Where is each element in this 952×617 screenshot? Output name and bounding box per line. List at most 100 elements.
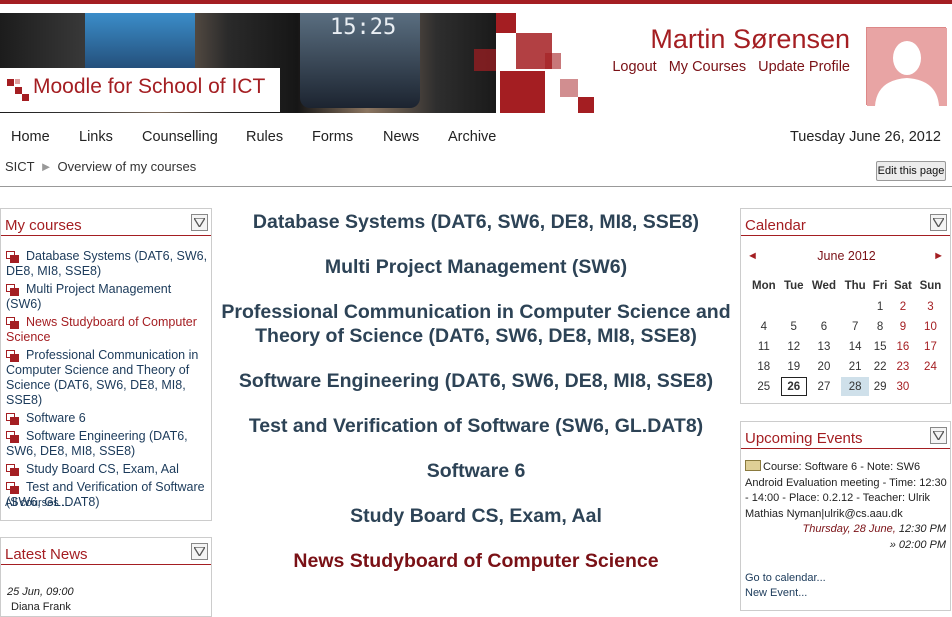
weekday-header: Wed xyxy=(811,280,836,292)
calendar-day[interactable]: 28 xyxy=(841,377,870,396)
course-list-item[interactable]: Professional Communication in Computer S… xyxy=(6,348,208,408)
course-title-link[interactable]: Multi Project Management (SW6) xyxy=(216,255,736,279)
calendar-day[interactable]: 3 xyxy=(916,297,945,316)
course-title-link[interactable]: Database Systems (DAT6, SW6, DE8, MI8, S… xyxy=(216,210,736,234)
site-logo-text: Moodle for School of ICT xyxy=(33,75,266,98)
course-title-link[interactable]: Software Engineering (DAT6, SW6, DE8, MI… xyxy=(216,369,736,393)
calendar-day[interactable]: 27 xyxy=(808,377,840,396)
collapse-toggle-icon[interactable] xyxy=(930,427,947,444)
course-title-link[interactable]: News Studyboard of Computer Science xyxy=(216,549,736,573)
course-event-icon xyxy=(745,460,761,471)
block-header: Calendar xyxy=(741,209,950,236)
news-date: 25 Jun, 09:00 xyxy=(7,586,74,598)
user-full-name[interactable]: Martin Sørensen xyxy=(650,24,850,55)
site-banner[interactable]: 15:25 Moodle for School of ICT xyxy=(0,13,600,113)
calendar-day[interactable]: 9 xyxy=(891,317,915,336)
calendar-day[interactable]: 1 xyxy=(870,297,890,316)
calendar-empty-cell xyxy=(808,297,840,316)
calendar-day[interactable]: 2 xyxy=(891,297,915,316)
news-author: Diana Frank xyxy=(11,601,71,613)
weekday-header: Thu xyxy=(844,280,866,292)
weekday-header: Tue xyxy=(783,280,804,292)
calendar-day[interactable]: 29 xyxy=(870,377,890,396)
nav-home[interactable]: Home xyxy=(11,129,50,145)
weekday-header: Sat xyxy=(893,280,912,292)
calendar-day[interactable]: 5 xyxy=(781,317,807,336)
course-icon xyxy=(6,251,20,263)
calendar-empty-cell xyxy=(748,297,780,316)
avatar[interactable] xyxy=(866,27,947,106)
calendar-day[interactable]: 12 xyxy=(781,337,807,356)
all-courses-link[interactable]: All courses ... xyxy=(5,497,71,509)
course-list-item[interactable]: Software 6 xyxy=(6,411,208,426)
nav-archive[interactable]: Archive xyxy=(448,129,496,145)
calendar-day[interactable]: 11 xyxy=(748,337,780,356)
logout-link[interactable]: Logout xyxy=(612,59,656,75)
breadcrumb-separator-icon: ► xyxy=(39,159,53,174)
course-title-link[interactable]: Test and Verification of Software (SW6, … xyxy=(216,414,736,438)
calendar-day[interactable]: 13 xyxy=(808,337,840,356)
edit-page-button[interactable]: Edit this page xyxy=(876,161,946,181)
course-list-item[interactable]: Database Systems (DAT6, SW6, DE8, MI8, S… xyxy=(6,249,208,279)
calendar-month[interactable]: June 2012 xyxy=(741,249,952,263)
breadcrumb-current: Overview of my courses xyxy=(57,159,197,174)
course-icon xyxy=(6,350,20,362)
calendar-day[interactable]: 6 xyxy=(808,317,840,336)
user-links: Logout My Courses Update Profile xyxy=(604,59,850,75)
course-list-item[interactable]: Multi Project Management (SW6) xyxy=(6,282,208,312)
calendar-block: Calendar ◄ June 2012 ► Mon Tue Wed Thu Fri Sa… xyxy=(740,208,951,404)
calendar-day[interactable]: 15 xyxy=(870,337,890,356)
calendar-day[interactable]: 4 xyxy=(748,317,780,336)
nav-rules[interactable]: Rules xyxy=(246,129,283,145)
course-icon xyxy=(6,284,20,296)
calendar-day[interactable]: 19 xyxy=(781,357,807,376)
page-header: 15:25 Moodle for School of ICT Martin Sø… xyxy=(0,4,952,116)
event-time: Thursday, 28 June, 12:30 PM » 02:00 PM xyxy=(802,523,946,551)
my-courses-block: My courses Database Systems (DAT6, SW6, … xyxy=(0,208,212,521)
new-event-link[interactable]: New Event... xyxy=(745,587,807,599)
calendar-day[interactable]: 20 xyxy=(808,357,840,376)
nav-links[interactable]: Links xyxy=(79,129,113,145)
nav-forms[interactable]: Forms xyxy=(312,129,353,145)
collapse-toggle-icon[interactable] xyxy=(191,214,208,231)
calendar-day[interactable]: 23 xyxy=(891,357,915,376)
course-list-item[interactable]: News Studyboard of Computer Science xyxy=(6,315,208,345)
block-title: Latest News xyxy=(5,546,88,563)
calendar-day[interactable]: 21 xyxy=(841,357,869,376)
calendar-day[interactable]: 26 xyxy=(780,377,807,396)
breadcrumb-root-link[interactable]: SICT xyxy=(5,159,35,174)
calendar-empty-cell xyxy=(841,297,869,316)
course-title-link[interactable]: Professional Communication in Computer S… xyxy=(216,300,736,348)
calendar-day[interactable]: 25 xyxy=(748,377,780,396)
my-courses-link[interactable]: My Courses xyxy=(669,59,746,75)
course-icon xyxy=(6,431,20,443)
go-to-calendar-link[interactable]: Go to calendar... xyxy=(745,572,826,584)
collapse-toggle-icon[interactable] xyxy=(191,543,208,560)
calendar-day[interactable]: 7 xyxy=(841,317,869,336)
course-list-item[interactable]: Study Board CS, Exam, Aal xyxy=(6,462,208,477)
next-month-icon[interactable]: ► xyxy=(933,250,944,262)
event-description[interactable]: Course: Software 6 - Note: SW6 Android E… xyxy=(745,460,949,522)
calendar-day[interactable]: 24 xyxy=(916,357,945,376)
calendar-day[interactable]: 22 xyxy=(870,357,890,376)
nav-news[interactable]: News xyxy=(383,129,419,145)
collapse-toggle-icon[interactable] xyxy=(930,214,947,231)
main-navigation: Home Links Counselling Rules Forms News … xyxy=(0,127,952,151)
course-title-link[interactable]: Software 6 xyxy=(216,459,736,483)
update-profile-link[interactable]: Update Profile xyxy=(758,59,850,75)
current-date: Tuesday June 26, 2012 xyxy=(789,129,941,145)
course-title-link[interactable]: Study Board CS, Exam, Aal xyxy=(216,504,736,528)
course-overview: Database Systems (DAT6, SW6, DE8, MI8, S… xyxy=(216,210,736,594)
course-icon xyxy=(6,317,20,329)
calendar-day[interactable]: 18 xyxy=(748,357,780,376)
calendar-day[interactable]: 8 xyxy=(870,317,890,336)
calendar-day[interactable]: 16 xyxy=(891,337,915,356)
calendar-day[interactable]: 10 xyxy=(916,317,945,336)
course-list-item[interactable]: Software Engineering (DAT6, SW6, DE8, MI… xyxy=(6,429,208,459)
calendar-day[interactable]: 17 xyxy=(916,337,945,356)
calendar-day[interactable]: 14 xyxy=(841,337,869,356)
block-header: My courses xyxy=(1,209,211,236)
calendar-day[interactable]: 30 xyxy=(891,377,915,396)
block-title: My courses xyxy=(5,217,82,234)
nav-counselling[interactable]: Counselling xyxy=(142,129,218,145)
